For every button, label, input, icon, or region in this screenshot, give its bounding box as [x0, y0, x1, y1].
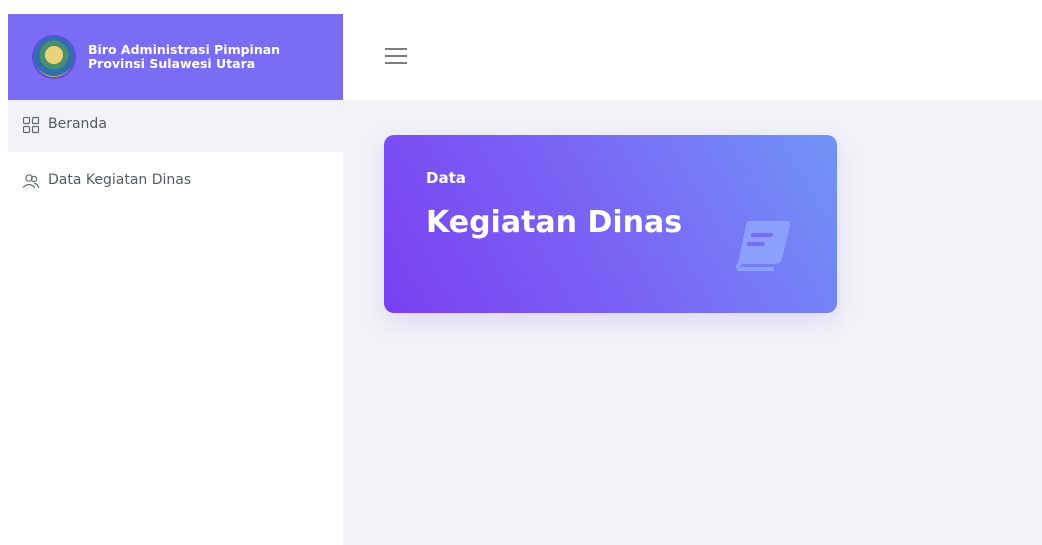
sidebar-item-label: Data Kegiatan Dinas	[48, 172, 192, 188]
hamburger-menu-icon[interactable]	[385, 48, 407, 64]
main-content: Data Kegiatan Dinas	[343, 100, 1042, 545]
card-kicker: Data	[426, 169, 466, 187]
sidebar-item-beranda[interactable]: Beranda	[8, 100, 343, 152]
brand-text: Biro Administrasi Pimpinan Provinsi Sula…	[88, 43, 280, 71]
data-kegiatan-dinas-card[interactable]: Data Kegiatan Dinas	[384, 135, 837, 313]
province-logo	[34, 37, 74, 77]
sidebar-item-data-kegiatan-dinas[interactable]: Data Kegiatan Dinas	[8, 152, 343, 204]
brand-line-2: Provinsi Sulawesi Utara	[88, 56, 256, 71]
card-title: Kegiatan Dinas	[426, 205, 683, 240]
book-icon	[735, 221, 791, 271]
users-icon	[22, 174, 40, 189]
topbar	[343, 0, 1042, 100]
brand-header[interactable]: Biro Administrasi Pimpinan Provinsi Sula…	[8, 14, 343, 100]
sidebar-item-label: Beranda	[48, 116, 107, 132]
brand-line-1: Biro Administrasi Pimpinan	[88, 42, 281, 57]
grid-icon	[22, 116, 40, 134]
sidebar: Biro Administrasi Pimpinan Provinsi Sula…	[8, 14, 343, 545]
